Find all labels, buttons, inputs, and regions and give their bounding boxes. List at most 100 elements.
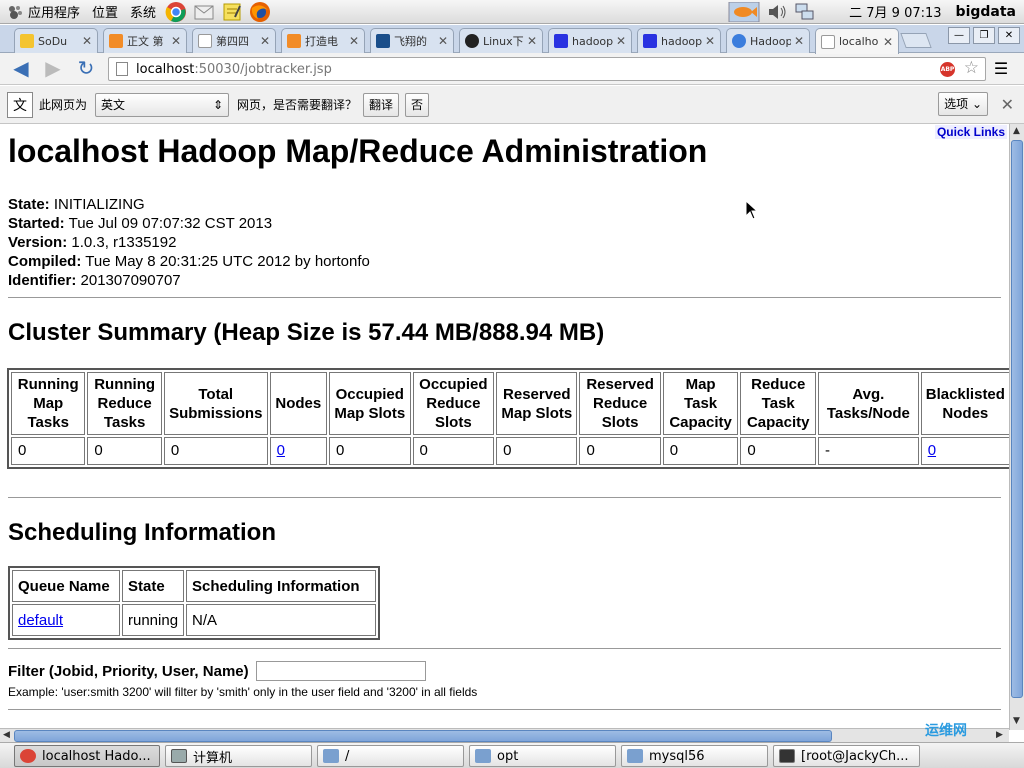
tab-strip: SoDu ✕ 正文 第 ✕ 第四四 ✕ 打造电 ✕ 飞翔的 ✕ Linux下 ✕ hadoo… — [0, 25, 1024, 54]
places-menu[interactable]: 位置 — [86, 0, 124, 24]
task-label: mysql56 — [649, 748, 705, 764]
tab-feixiang[interactable]: 飞翔的 ✕ — [370, 28, 454, 53]
address-bar[interactable]: localhost:50030/jobtracker.jsp ABP ☆ — [108, 57, 986, 81]
close-tab-icon[interactable]: ✕ — [260, 34, 270, 48]
column-header: Total Submissions — [163, 372, 268, 435]
translate-button[interactable]: 翻译 — [363, 92, 400, 117]
browser-toolbar: ◀ ▶ ↻ localhost:50030/jobtracker.jsp ABP… — [0, 53, 1024, 85]
task-folder-mysql[interactable]: mysql56 — [621, 745, 768, 767]
back-arrow-icon[interactable]: ◀ — [8, 57, 34, 81]
new-tab-button[interactable] — [900, 33, 932, 48]
task-chrome[interactable]: localhost Hado... — [14, 745, 160, 767]
divider — [8, 648, 1001, 649]
scroll-thumb[interactable] — [1011, 140, 1023, 698]
close-tab-icon[interactable]: ✕ — [705, 34, 715, 48]
task-computer[interactable]: 计算机 — [165, 745, 312, 767]
close-tab-icon[interactable]: ✕ — [349, 34, 359, 48]
minimize-button[interactable]: — — [948, 27, 970, 44]
column-header: Blacklisted Nodes — [920, 372, 1009, 435]
no-translate-button[interactable]: 否 — [405, 92, 430, 117]
table-cell: 0 — [269, 437, 327, 465]
maximize-button[interactable]: ❐ — [973, 27, 995, 44]
tab-sodu[interactable]: SoDu ✕ — [14, 28, 98, 53]
column-header: Reserved Reduce Slots — [579, 372, 661, 435]
blacklisted-nodes-link[interactable]: 0 — [928, 442, 936, 459]
column-header: Reserved Map Slots — [496, 372, 578, 435]
table-row: default running N/A — [12, 604, 377, 636]
nodes-link[interactable]: 0 — [277, 442, 285, 459]
scroll-down-icon[interactable]: ▼ — [1013, 716, 1020, 726]
gnome-foot-icon — [9, 5, 22, 19]
column-header: Reduce Task Capacity — [740, 372, 817, 435]
task-terminal[interactable]: [root@JackyCh... — [773, 745, 920, 767]
bottom-taskbar: localhost Hado... 计算机 / opt mysql56 [roo… — [0, 742, 1024, 768]
firefox-icon[interactable] — [249, 1, 271, 23]
tab-localhost[interactable]: localho ✕ — [815, 28, 899, 54]
tab-novel-2[interactable]: 打造电 ✕ — [281, 28, 365, 53]
page-viewport: Quick Links localhost Hadoop Map/Reduce … — [0, 124, 1009, 730]
chrome-icon[interactable] — [165, 1, 187, 23]
close-tab-icon[interactable]: ✕ — [616, 34, 626, 48]
scroll-thumb[interactable] — [14, 730, 832, 742]
scroll-left-icon[interactable]: ◀ — [3, 730, 10, 740]
filter-label: Filter (Jobid, Priority, User, Name) — [8, 662, 249, 680]
tab-hadoop-2[interactable]: hadoop ✕ — [637, 28, 721, 53]
close-tab-icon[interactable]: ✕ — [438, 34, 448, 48]
compiled-row: Compiled: Tue May 8 20:31:25 UTC 2012 by… — [8, 252, 1009, 271]
close-window-button[interactable]: ✕ — [998, 27, 1020, 44]
task-label: localhost Hado... — [42, 748, 151, 764]
tab-hadoop-3[interactable]: Hadoop ✕ — [726, 28, 810, 53]
close-tab-icon[interactable]: ✕ — [527, 34, 537, 48]
mail-icon[interactable] — [193, 1, 215, 23]
task-folder-opt[interactable]: opt — [469, 745, 616, 767]
tab-title: 正文 第 — [127, 35, 164, 48]
top-panel: 应用程序 位置 系统 二 7月 9 07:13 bigdata — [0, 0, 1024, 24]
column-header: Running Reduce Tasks — [87, 372, 162, 435]
clock[interactable]: 二 7月 9 07:13 — [849, 2, 941, 21]
info-value: 201307090707 — [80, 272, 181, 289]
notes-icon[interactable] — [221, 1, 243, 23]
filter-input[interactable] — [255, 661, 426, 681]
divider — [8, 497, 1001, 498]
tab-title: 飞翔的 — [394, 35, 427, 48]
table-cell: - — [818, 437, 919, 465]
close-tab-icon[interactable]: ✕ — [82, 34, 92, 48]
scheduling-heading: Scheduling Information — [8, 519, 276, 546]
applications-menu[interactable]: 应用程序 — [0, 0, 86, 24]
scheduling-table: Queue Name State Scheduling Information … — [8, 566, 381, 640]
tab-chapter[interactable]: 第四四 ✕ — [192, 28, 276, 53]
options-button[interactable]: 选项 ⌄ — [938, 92, 988, 116]
adblock-icon[interactable]: ABP — [940, 62, 955, 77]
filter-example: Example: 'user:smith 3200' will filter b… — [8, 685, 478, 699]
url-path: :50030/jobtracker.jsp — [194, 61, 332, 77]
tab-title: 第四四 — [216, 35, 249, 48]
scroll-right-icon[interactable]: ▶ — [996, 730, 1003, 740]
system-menu[interactable]: 系统 — [124, 0, 162, 24]
horizontal-scrollbar[interactable]: ◀ ▶ — [0, 728, 1009, 742]
close-icon[interactable]: ✕ — [1001, 95, 1014, 114]
reload-icon[interactable]: ↻ — [73, 57, 99, 81]
vertical-scrollbar[interactable]: ▲ ▼ — [1009, 124, 1024, 730]
fish-icon[interactable] — [728, 1, 760, 22]
network-icon[interactable] — [794, 2, 816, 22]
divider — [8, 297, 1001, 298]
tab-novel[interactable]: 正文 第 ✕ — [103, 28, 187, 53]
tab-linux[interactable]: Linux下 ✕ — [459, 28, 543, 53]
close-tab-icon[interactable]: ✕ — [883, 35, 893, 49]
tab-hadoop-1[interactable]: hadoop ✕ — [548, 28, 632, 53]
tab-title: 打造电 — [305, 35, 338, 48]
bookmark-star-icon[interactable]: ☆ — [964, 58, 979, 78]
scroll-up-icon[interactable]: ▲ — [1013, 126, 1020, 136]
close-tab-icon[interactable]: ✕ — [794, 34, 804, 48]
chrome-menu-icon[interactable]: ☰ — [991, 59, 1011, 79]
forward-arrow-icon[interactable]: ▶ — [40, 57, 66, 81]
queue-link[interactable]: default — [18, 612, 63, 629]
task-folder-root[interactable]: / — [317, 745, 464, 767]
task-label: [root@JackyCh... — [801, 748, 909, 764]
language-select[interactable]: 英文 ⇕ — [95, 92, 230, 117]
version-row: Version: 1.0.3, r1335192 — [8, 233, 1009, 252]
cluster-summary-table: Running Map Tasks Running Reduce Tasks T… — [7, 368, 1009, 469]
volume-icon[interactable] — [766, 2, 788, 22]
user-name[interactable]: bigdata — [956, 4, 1016, 20]
close-tab-icon[interactable]: ✕ — [171, 34, 181, 48]
